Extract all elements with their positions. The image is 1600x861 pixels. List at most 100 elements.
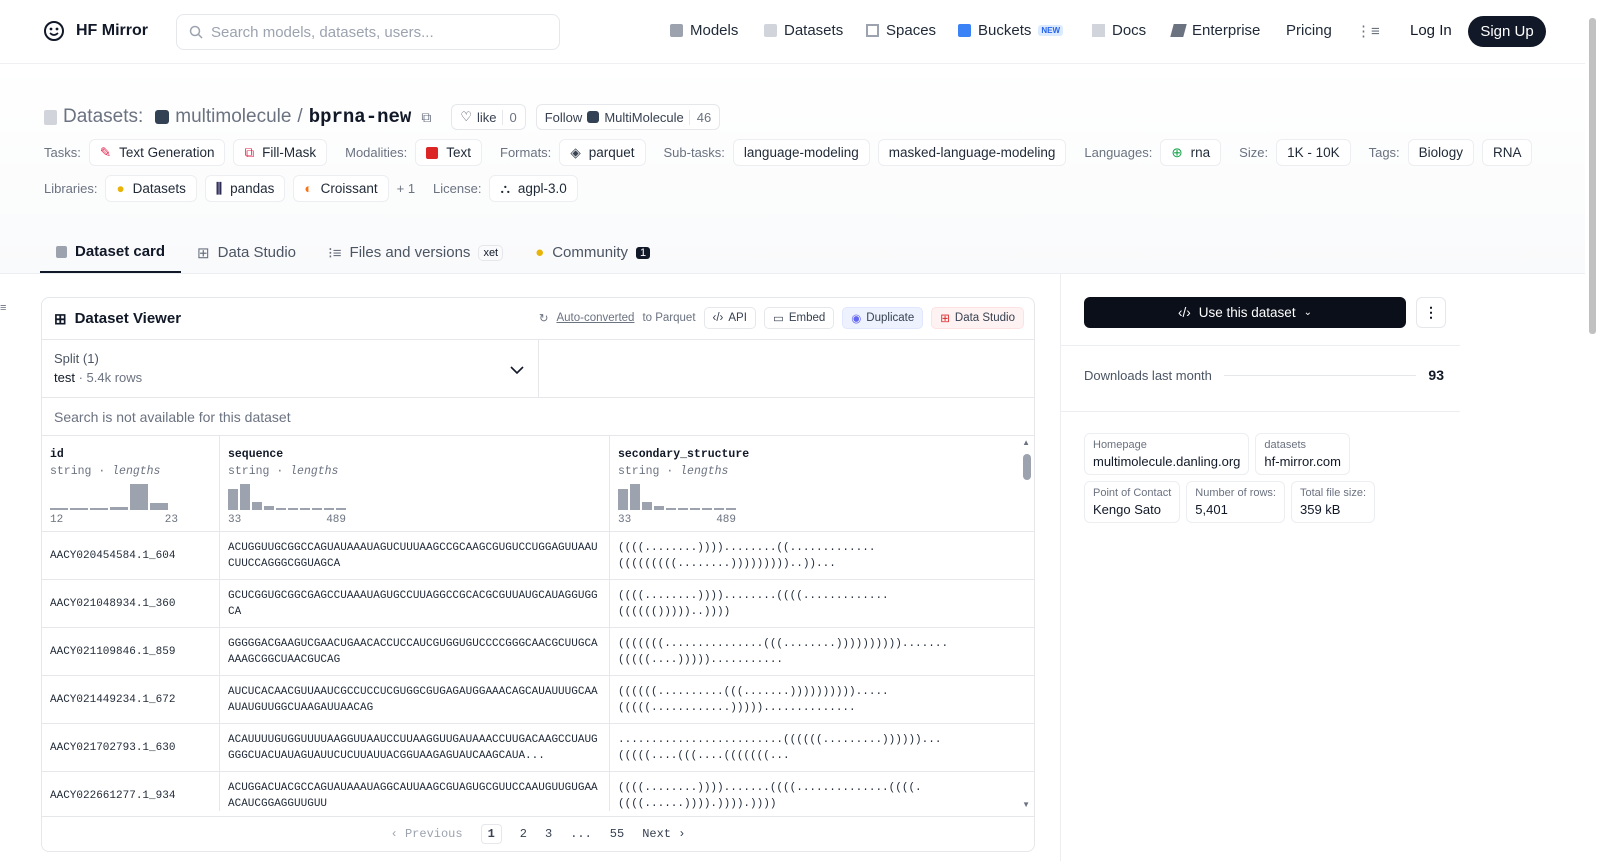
page-2[interactable]: 2	[520, 827, 527, 841]
search-input[interactable]: Search models, datasets, users...	[176, 14, 560, 50]
search-unavailable: Search is not available for this dataset	[42, 398, 1034, 436]
cell-id[interactable]: AACY021449234.1_672	[42, 676, 220, 723]
duplicate-button[interactable]: ◉ Duplicate	[842, 307, 924, 329]
api-button[interactable]: ‹/› API	[703, 307, 756, 329]
libraries-more[interactable]: + 1	[397, 181, 415, 196]
cell-id[interactable]: AACY022661277.1_934	[42, 772, 220, 811]
tag-lib-pandas[interactable]: ⫼ pandas	[204, 175, 286, 202]
cell-sequence[interactable]: GGGGGACGAAGUCGAACUGAACACCUCCAUCGUGGUGUCC…	[220, 628, 610, 675]
tag-lib-croissant[interactable]: ◐ Croissant	[293, 175, 389, 202]
meta-label: Total file size:	[1299, 487, 1367, 499]
tab-dataset-card[interactable]: Dataset card	[40, 232, 182, 273]
page-scrollbar[interactable]	[1585, 0, 1600, 861]
like-label: like	[476, 109, 497, 125]
dataset-name[interactable]: bprna-new	[309, 106, 412, 128]
cell-sequence[interactable]: ACAUUUUGUGGUUUUAAGGUUAAUCCUUAAGGUUGAUAAA…	[220, 724, 610, 771]
scroll-up-icon[interactable]: ▲	[1022, 438, 1030, 447]
table-row[interactable]: AACY021702793.1_630 ACAUUUUGUGGUUUUAAGGUU…	[42, 724, 1034, 772]
org-icon	[587, 111, 600, 123]
more-menu-icon[interactable]: ⋮≡	[1356, 22, 1380, 40]
auto-converted-link[interactable]: Auto-converted	[556, 312, 634, 324]
tag-subtask-masked-language-modeling[interactable]: masked-language-modeling	[877, 139, 1067, 166]
page-scroll-thumb[interactable]	[1589, 18, 1596, 334]
cell-secondary-structure[interactable]: (((((((...............(((........)))))))…	[610, 628, 1002, 675]
table-row[interactable]: AACY021449234.1_672 AUCUCACAACGUUAAUCGCCU…	[42, 676, 1034, 724]
embed-button[interactable]: ▭ Embed	[763, 307, 835, 329]
data-studio-button[interactable]: ⊞ Data Studio	[931, 307, 1024, 329]
cell-sequence[interactable]: ACUGGUUGCGGCCAGUAUAAAUAGUCUUUAAGCCGCAAGC…	[220, 532, 610, 579]
next-page[interactable]: Next ›	[642, 827, 685, 841]
tag-lib-datasets[interactable]: ● Datasets	[105, 175, 197, 202]
column-header-sequence[interactable]: sequence string · lengths 33 489	[220, 436, 610, 531]
scroll-down-icon[interactable]: ▼	[1022, 800, 1030, 809]
nav-datasets[interactable]: Datasets	[764, 22, 843, 39]
tag-license[interactable]: ⛬ agpl-3.0	[489, 175, 578, 202]
use-dataset-button[interactable]: ‹/› Use this dataset ⌄	[1084, 297, 1406, 328]
previous-page[interactable]: ‹ Previous	[391, 827, 463, 841]
page-1[interactable]: 1	[480, 824, 502, 844]
cell-sequence[interactable]: AUCUCACAACGUUAAUCGCCUCCUCGUGGCGUGAGAUGGA…	[220, 676, 610, 723]
column-header-id[interactable]: id string · lengths 12 23	[42, 436, 220, 531]
tab-community[interactable]: ● Community 1	[519, 232, 666, 273]
table-row[interactable]: AACY020454584.1_604 ACUGGUUGCGGCCAGUAUAAA…	[42, 532, 1034, 580]
cell-sequence[interactable]: GCUCGGUGCGGCGAGCCUAAAUAGUGCCUUAGGCCGCACG…	[220, 580, 610, 627]
tag-task-fill-mask[interactable]: ⧉ Fill-Mask	[233, 139, 328, 166]
more-options-button[interactable]: ⋮	[1416, 297, 1446, 328]
tag-format-parquet[interactable]: ◈ parquet	[559, 139, 646, 166]
xet-badge: xet	[478, 244, 504, 261]
tab-data-studio[interactable]: ⊞ Data Studio	[181, 232, 312, 273]
column-header-secondary-structure[interactable]: secondary_structure string · lengths 33 4…	[610, 436, 1002, 531]
tab-files-versions[interactable]: ⁝≡ Files and versions xet	[312, 232, 519, 273]
tag-task-text-generation[interactable]: ✎ Text Generation	[88, 139, 226, 166]
cell-secondary-structure[interactable]: ((((........))))........((((............…	[610, 580, 1002, 627]
nav-pricing[interactable]: Pricing	[1286, 22, 1332, 39]
nav-spaces[interactable]: Spaces	[866, 22, 936, 39]
nav-models[interactable]: Models	[670, 22, 738, 39]
histogram-bar	[288, 508, 298, 510]
tag-biology[interactable]: Biology	[1407, 139, 1474, 166]
page-3[interactable]: 3	[545, 827, 552, 841]
cell-id[interactable]: AACY020454584.1_604	[42, 532, 220, 579]
scroll-thumb[interactable]	[1023, 454, 1031, 480]
table-row[interactable]: AACY021109846.1_859 GGGGGACGAAGUCGAACUGAA…	[42, 628, 1034, 676]
nav-buckets[interactable]: Buckets NEW	[958, 22, 1064, 39]
sidebar-toggle-icon[interactable]: ≡	[0, 302, 8, 314]
meta-card[interactable]: Homepage multimolecule.danling.org	[1084, 433, 1250, 475]
nav-enterprise[interactable]: Enterprise	[1170, 22, 1260, 39]
cell-secondary-structure[interactable]: ((((........)))).......((((.............…	[610, 772, 1002, 811]
tag-row-2: Libraries: ● Datasets ⫼ pandas ◐ Croissant …	[44, 175, 578, 202]
dataset-owner[interactable]: multimolecule	[175, 106, 291, 128]
datasets-breadcrumb[interactable]: Datasets:	[63, 106, 143, 128]
docs-icon	[1092, 24, 1105, 37]
page-55[interactable]: 55	[610, 827, 624, 841]
table-row[interactable]: AACY021048934.1_360 GCUCGGUGCGGCGAGCCUAAA…	[42, 580, 1034, 628]
like-button[interactable]: ♡ like 0	[451, 104, 526, 130]
split-dropdown[interactable]: Split (1) test · 5.4k rows	[42, 340, 539, 397]
cell-id[interactable]: AACY021702793.1_630	[42, 724, 220, 771]
tag-size[interactable]: 1K - 10K	[1276, 139, 1351, 166]
cell-secondary-structure[interactable]: .........................((((((.........…	[610, 724, 1002, 771]
histogram-id	[50, 480, 168, 510]
copy-icon[interactable]: ⧉	[421, 109, 431, 126]
meta-card[interactable]: datasets hf-mirror.com	[1255, 433, 1350, 475]
histogram-bar	[690, 508, 700, 510]
signup-button[interactable]: Sign Up	[1468, 16, 1546, 47]
cell-id[interactable]: AACY021109846.1_859	[42, 628, 220, 675]
chevron-down-icon	[510, 366, 524, 374]
table-row[interactable]: AACY022661277.1_934 ACUGGACUACGCCAGUAUAAA…	[42, 772, 1034, 811]
tag-subtask-language-modeling[interactable]: language-modeling	[732, 139, 870, 166]
files-icon: ⁝≡	[328, 244, 342, 262]
tag-rna[interactable]: RNA	[1481, 139, 1533, 166]
follow-button[interactable]: Follow MultiMolecule 46	[535, 104, 721, 130]
nav-docs[interactable]: Docs	[1092, 22, 1146, 39]
tag-modality-text[interactable]: Text	[415, 139, 483, 166]
cell-id[interactable]: AACY021048934.1_360	[42, 580, 220, 627]
cell-secondary-structure[interactable]: ((((((..........(((.......))))))))))....…	[610, 676, 1002, 723]
cell-secondary-structure[interactable]: ((((........))))........((............. …	[610, 532, 1002, 579]
table-scrollbar[interactable]: ▲ ▼	[1020, 436, 1034, 811]
login-link[interactable]: Log In	[1410, 22, 1452, 39]
tasks-label: Tasks:	[44, 145, 81, 160]
cell-sequence[interactable]: ACUGGACUACGCCAGUAUAAAUAGGCAUUAAGCGUAGUGC…	[220, 772, 610, 811]
tag-language-rna[interactable]: ⊕ rna	[1160, 139, 1222, 166]
brand-logo[interactable]: HF Mirror	[42, 19, 148, 43]
